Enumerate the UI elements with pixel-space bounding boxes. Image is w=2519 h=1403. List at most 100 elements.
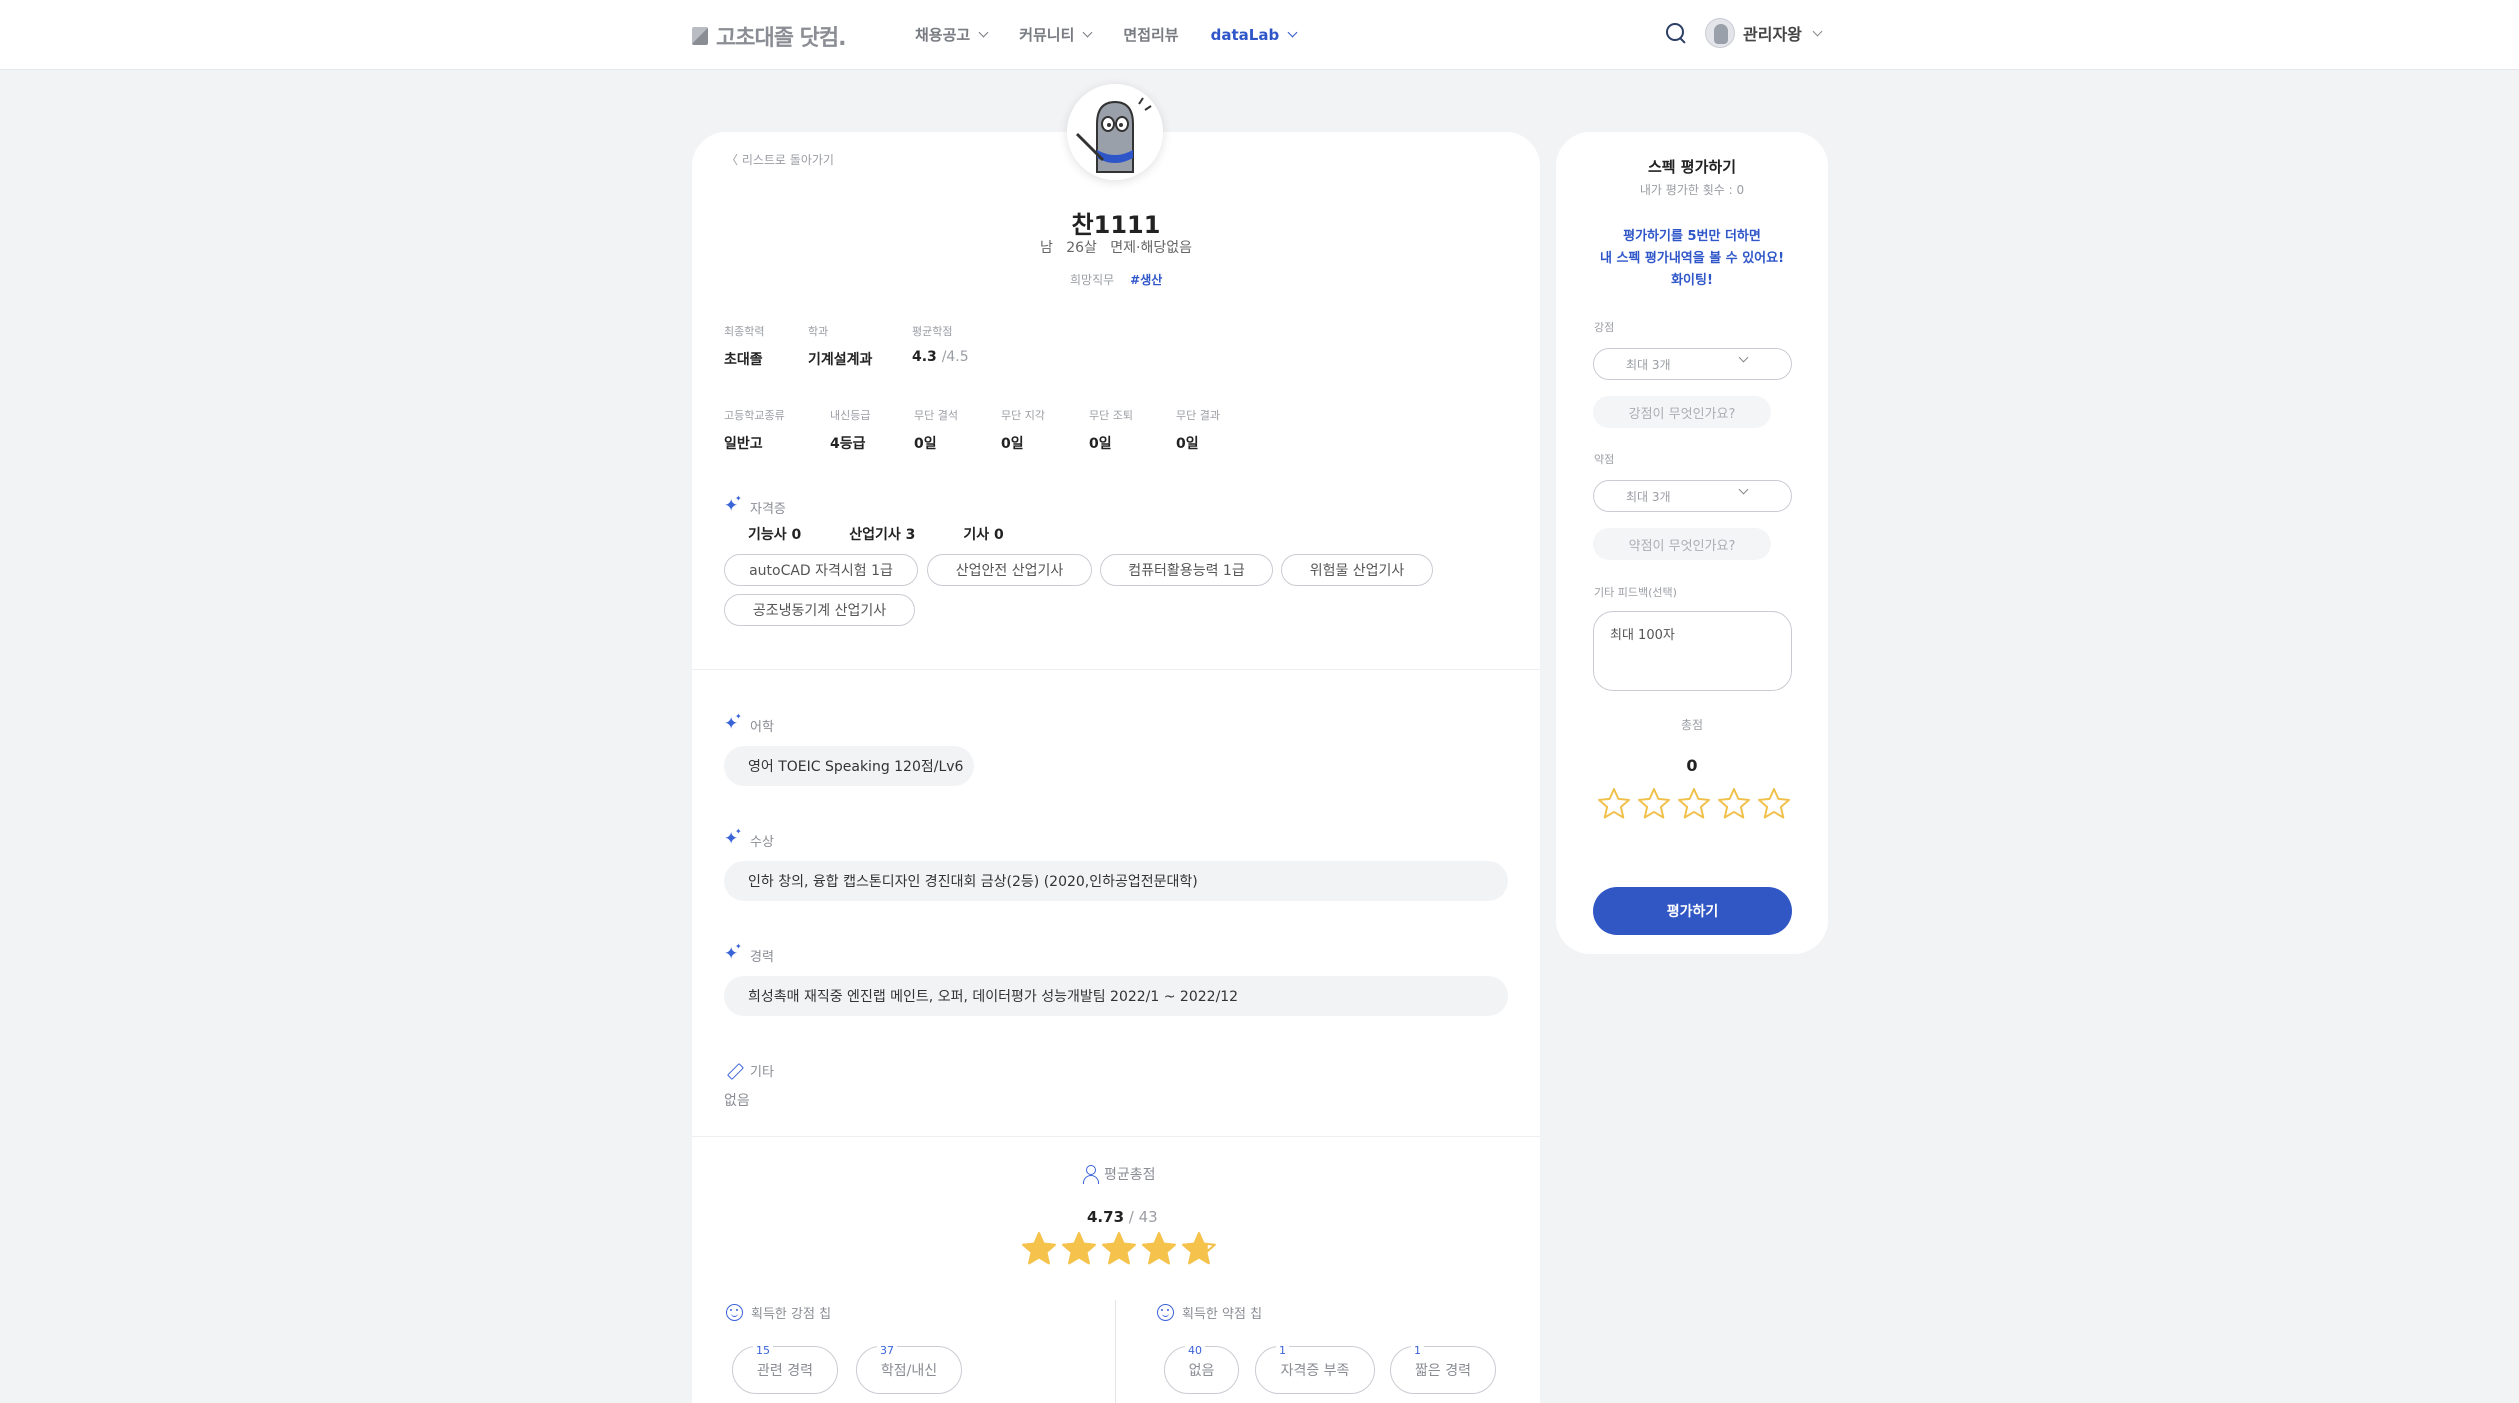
chevron-down-icon <box>1287 27 1298 38</box>
certificate-chip: 위험물 산업기사 <box>1281 554 1433 586</box>
tag-label: 없음 <box>1188 1363 1215 1379</box>
field-label: 무단 지각 <box>1001 409 1045 422</box>
field-label: 평균학점 <box>912 325 953 338</box>
search-icon[interactable] <box>1665 22 1687 44</box>
star-icon[interactable] <box>1596 786 1632 822</box>
field-value: 4.3 /4.5 <box>912 349 969 365</box>
top-header: 고초대졸 닷컴. 채용공고 커뮤니티 면접리뷰 dataLab 관리자왕 <box>0 0 2519 70</box>
evaluate-star-input[interactable] <box>1596 786 1792 822</box>
military-status: 면제·해당없음 <box>1110 240 1193 256</box>
section-title: 자격증 <box>750 502 786 517</box>
back-to-list-link[interactable]: 〈 리스트로 돌아가기 <box>726 151 834 168</box>
strength-tag: 15 관련 경력 <box>732 1344 838 1394</box>
field-grade-level: 내신등급 4등급 <box>830 407 870 453</box>
tag-count: 1 <box>1276 1344 1289 1357</box>
evaluate-message: 평가하기를 5번만 더하면 내 스펙 평가내역을 볼 수 있어요! 화이팅! <box>1556 226 1828 292</box>
career-header: 경력 <box>724 942 774 966</box>
field-value: 기계설계과 <box>808 352 873 368</box>
profile-subinfo: 남 26살 면제·해당없음 <box>0 237 2232 257</box>
field-value: 0일 <box>1001 436 1024 452</box>
section-title: 획득한 약점 칩 <box>1182 1307 1263 1322</box>
average-score-value: 4.73 <box>1087 1208 1125 1226</box>
message-line: 내 스펙 평가내역을 볼 수 있어요! <box>1599 251 1785 266</box>
pencil-icon <box>726 1063 742 1079</box>
strength-label: 강점 <box>1594 321 1615 334</box>
user-menu[interactable]: 관리자왕 <box>1705 18 1823 48</box>
sparkle-icon <box>724 942 742 965</box>
sparkle-icon <box>724 712 742 735</box>
certificates-header: 자격증 <box>724 494 786 518</box>
nav-label: 커뮤니티 <box>1019 26 1075 44</box>
feedback-label: 기타 피드백(선택) <box>1594 586 1677 599</box>
chevron-down-icon <box>1738 484 1749 495</box>
field-label: 무단 결석 <box>914 409 958 422</box>
cert-count-industrial-engineer: 산업기사 3 <box>849 527 916 543</box>
average-score: 4.73 / 43 <box>1087 1208 1158 1226</box>
gender: 남 <box>1039 240 1053 256</box>
certificate-chip: autoCAD 자격시험 1급 <box>724 554 918 586</box>
etc-value: 없음 <box>724 1093 750 1109</box>
tag-count: 1 <box>1411 1344 1424 1357</box>
strength-question-chip[interactable]: 강점이 무엇인가요? <box>1593 396 1771 428</box>
etc-header: 기타 <box>726 1061 774 1080</box>
message-line: 화이팅! <box>1671 273 1713 288</box>
evaluate-count: 내가 평가한 횟수 : 0 <box>1639 183 1745 197</box>
gpa-value: 4.3 <box>912 349 937 365</box>
nav-item-jobs[interactable]: 채용공고 <box>915 24 989 45</box>
star-icon[interactable] <box>1676 786 1712 822</box>
select-value: 최대 3개 <box>1626 357 1671 372</box>
star-icon <box>1182 1232 1216 1265</box>
field-major: 학과 기계설계과 <box>808 323 872 369</box>
strength-select[interactable]: 최대 3개 <box>1593 348 1792 380</box>
sparkle-icon <box>724 827 742 850</box>
nav-item-community[interactable]: 커뮤니티 <box>1019 24 1093 45</box>
field-label: 무단 결과 <box>1176 409 1220 422</box>
smile-icon <box>1157 1304 1174 1321</box>
section-title: 기타 <box>750 1065 774 1080</box>
star-icon[interactable] <box>1636 786 1672 822</box>
weakness-tag: 1 자격증 부족 <box>1255 1344 1375 1394</box>
field-label: 학과 <box>808 325 829 338</box>
certificate-chip: 공조냉동기계 산업기사 <box>724 594 915 626</box>
nav-label: 채용공고 <box>915 26 971 44</box>
nav-item-interview-review[interactable]: 면접리뷰 <box>1123 24 1178 45</box>
section-title: 어학 <box>750 720 774 735</box>
user-name: 관리자왕 <box>1743 25 1802 44</box>
chevron-down-icon <box>1812 26 1823 36</box>
field-value: 0일 <box>1089 436 1112 452</box>
nav-item-datalab[interactable]: dataLab <box>1211 24 1298 45</box>
site-logo[interactable]: 고초대졸 닷컴. <box>692 20 846 52</box>
field-label: 고등학교종류 <box>724 409 785 422</box>
gpa-scale: /4.5 <box>941 349 969 365</box>
desired-job: 희망직무 #생산 <box>1070 271 1162 288</box>
tag-count: 37 <box>877 1344 897 1357</box>
profile-name: 찬1111 <box>1071 211 1161 239</box>
weakness-select[interactable]: 최대 3개 <box>1593 480 1792 512</box>
career-value: 희성촉매 재직중 엔진랩 메인트, 오퍼, 데이터평가 성능개발팀 2022/1… <box>724 976 1508 1016</box>
chevron-down-icon <box>978 27 989 38</box>
language-value: 영어 TOEIC Speaking 120점/Lv6 <box>724 746 974 786</box>
field-label: 최종학력 <box>724 325 765 338</box>
tag-label: 자격증 부족 <box>1280 1363 1350 1379</box>
total-value: 0 <box>1686 756 1698 775</box>
section-divider <box>692 1136 1540 1137</box>
star-icon <box>1022 1232 1056 1265</box>
tag-label: 학점/내신 <box>880 1363 938 1379</box>
evaluate-submit-button[interactable]: 평가하기 <box>1593 887 1792 935</box>
profile-mascot-image <box>1067 84 1163 180</box>
weakness-question-chip[interactable]: 약점이 무엇인가요? <box>1593 528 1771 560</box>
weaknesses-header: 획득한 약점 칩 <box>1157 1303 1262 1322</box>
section-title: 경력 <box>750 950 774 965</box>
star-icon[interactable] <box>1716 786 1752 822</box>
field-missed-class: 무단 결과 0일 <box>1176 407 1220 453</box>
feedback-textarea[interactable]: 최대 100자 <box>1593 611 1792 691</box>
main-nav: 채용공고 커뮤니티 면접리뷰 dataLab <box>915 24 1328 45</box>
section-title: 수상 <box>750 835 774 850</box>
tag-label: 짧은 경력 <box>1415 1363 1471 1379</box>
star-icon <box>1102 1232 1136 1265</box>
star-icon[interactable] <box>1756 786 1792 822</box>
strength-tag: 37 학점/내신 <box>856 1344 962 1394</box>
field-gpa: 평균학점 4.3 /4.5 <box>912 323 969 365</box>
select-value: 최대 3개 <box>1626 489 1671 504</box>
logo-text: 고초대졸 닷컴. <box>716 26 846 51</box>
